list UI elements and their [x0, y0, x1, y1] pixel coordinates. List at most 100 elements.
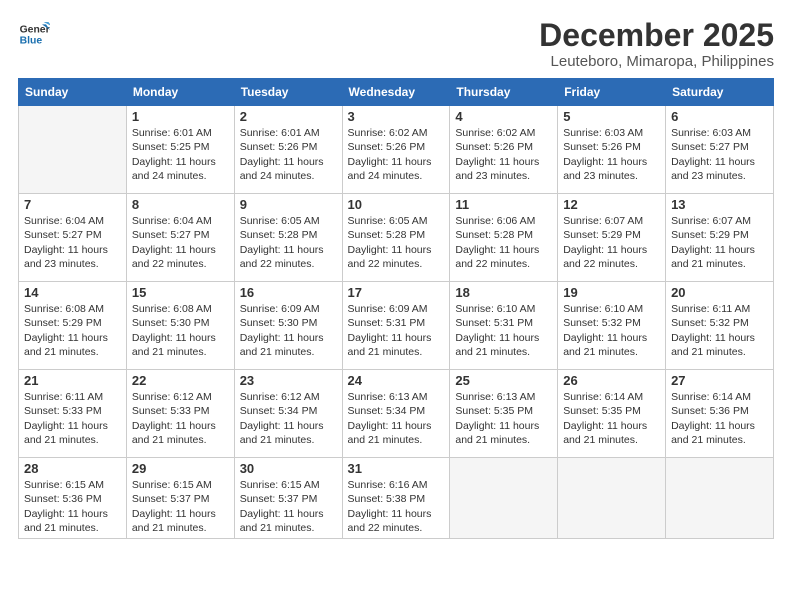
calendar-cell: 12 Sunrise: 6:07 AMSunset: 5:29 PMDayligh… — [558, 194, 666, 282]
cell-content: Sunrise: 6:04 AMSunset: 5:27 PMDaylight:… — [24, 214, 121, 271]
date-number: 14 — [24, 285, 121, 300]
cell-content: Sunrise: 6:12 AMSunset: 5:34 PMDaylight:… — [240, 390, 337, 447]
date-number: 6 — [671, 109, 768, 124]
calendar-cell: 21 Sunrise: 6:11 AMSunset: 5:33 PMDayligh… — [19, 370, 127, 458]
date-number: 30 — [240, 461, 337, 476]
day-header-saturday: Saturday — [666, 79, 774, 106]
header: General Blue December 2025 Leuteboro, Mi… — [18, 18, 774, 70]
calendar-cell: 30 Sunrise: 6:15 AMSunset: 5:37 PMDayligh… — [234, 458, 342, 539]
calendar-cell: 17 Sunrise: 6:09 AMSunset: 5:31 PMDayligh… — [342, 282, 450, 370]
date-number: 16 — [240, 285, 337, 300]
date-number: 13 — [671, 197, 768, 212]
date-number: 5 — [563, 109, 660, 124]
date-number: 2 — [240, 109, 337, 124]
cell-content: Sunrise: 6:15 AMSunset: 5:37 PMDaylight:… — [240, 478, 337, 535]
week-row-5: 28 Sunrise: 6:15 AMSunset: 5:36 PMDayligh… — [19, 458, 774, 539]
calendar-cell: 13 Sunrise: 6:07 AMSunset: 5:29 PMDayligh… — [666, 194, 774, 282]
cell-content: Sunrise: 6:16 AMSunset: 5:38 PMDaylight:… — [348, 478, 445, 535]
page: General Blue December 2025 Leuteboro, Mi… — [0, 0, 792, 612]
header-row: SundayMondayTuesdayWednesdayThursdayFrid… — [19, 79, 774, 106]
date-number: 1 — [132, 109, 229, 124]
cell-content: Sunrise: 6:05 AMSunset: 5:28 PMDaylight:… — [348, 214, 445, 271]
date-number: 8 — [132, 197, 229, 212]
cell-content: Sunrise: 6:14 AMSunset: 5:36 PMDaylight:… — [671, 390, 768, 447]
cell-content: Sunrise: 6:01 AMSunset: 5:26 PMDaylight:… — [240, 126, 337, 183]
calendar-cell: 4 Sunrise: 6:02 AMSunset: 5:26 PMDaylight… — [450, 106, 558, 194]
cell-content: Sunrise: 6:15 AMSunset: 5:37 PMDaylight:… — [132, 478, 229, 535]
cell-content: Sunrise: 6:08 AMSunset: 5:30 PMDaylight:… — [132, 302, 229, 359]
cell-content: Sunrise: 6:02 AMSunset: 5:26 PMDaylight:… — [455, 126, 552, 183]
date-number: 4 — [455, 109, 552, 124]
date-number: 25 — [455, 373, 552, 388]
calendar-table: SundayMondayTuesdayWednesdayThursdayFrid… — [18, 78, 774, 539]
cell-content: Sunrise: 6:14 AMSunset: 5:35 PMDaylight:… — [563, 390, 660, 447]
cell-content: Sunrise: 6:11 AMSunset: 5:33 PMDaylight:… — [24, 390, 121, 447]
calendar-cell: 14 Sunrise: 6:08 AMSunset: 5:29 PMDayligh… — [19, 282, 127, 370]
calendar-cell: 31 Sunrise: 6:16 AMSunset: 5:38 PMDayligh… — [342, 458, 450, 539]
day-header-wednesday: Wednesday — [342, 79, 450, 106]
date-number: 18 — [455, 285, 552, 300]
cell-content: Sunrise: 6:07 AMSunset: 5:29 PMDaylight:… — [563, 214, 660, 271]
cell-content: Sunrise: 6:07 AMSunset: 5:29 PMDaylight:… — [671, 214, 768, 271]
date-number: 19 — [563, 285, 660, 300]
calendar-cell: 25Sunrise: 6:13 AMSunset: 5:35 PMDayligh… — [450, 370, 558, 458]
calendar-cell: 26 Sunrise: 6:14 AMSunset: 5:35 PMDayligh… — [558, 370, 666, 458]
cell-content: Sunrise: 6:15 AMSunset: 5:36 PMDaylight:… — [24, 478, 121, 535]
date-number: 24 — [348, 373, 445, 388]
logo-icon: General Blue — [18, 18, 50, 50]
calendar-cell — [666, 458, 774, 539]
date-number: 15 — [132, 285, 229, 300]
calendar-cell: 29 Sunrise: 6:15 AMSunset: 5:37 PMDayligh… — [126, 458, 234, 539]
calendar-cell: 20Sunrise: 6:11 AMSunset: 5:32 PMDayligh… — [666, 282, 774, 370]
date-number: 17 — [348, 285, 445, 300]
day-header-sunday: Sunday — [19, 79, 127, 106]
calendar-cell: 16 Sunrise: 6:09 AMSunset: 5:30 PMDayligh… — [234, 282, 342, 370]
date-number: 3 — [348, 109, 445, 124]
cell-content: Sunrise: 6:12 AMSunset: 5:33 PMDaylight:… — [132, 390, 229, 447]
date-number: 27 — [671, 373, 768, 388]
date-number: 28 — [24, 461, 121, 476]
calendar-cell: 18 Sunrise: 6:10 AMSunset: 5:31 PMDayligh… — [450, 282, 558, 370]
calendar-cell: 28 Sunrise: 6:15 AMSunset: 5:36 PMDayligh… — [19, 458, 127, 539]
date-number: 11 — [455, 197, 552, 212]
calendar-cell: 8 Sunrise: 6:04 AMSunset: 5:27 PMDaylight… — [126, 194, 234, 282]
calendar-cell: 22 Sunrise: 6:12 AMSunset: 5:33 PMDayligh… — [126, 370, 234, 458]
cell-content: Sunrise: 6:11 AMSunset: 5:32 PMDaylight:… — [671, 302, 768, 359]
svg-text:Blue: Blue — [20, 36, 43, 47]
date-number: 7 — [24, 197, 121, 212]
calendar-cell: 11Sunrise: 6:06 AMSunset: 5:28 PMDayligh… — [450, 194, 558, 282]
day-header-friday: Friday — [558, 79, 666, 106]
calendar-cell: 2 Sunrise: 6:01 AMSunset: 5:26 PMDaylight… — [234, 106, 342, 194]
calendar-cell — [450, 458, 558, 539]
date-number: 31 — [348, 461, 445, 476]
date-number: 23 — [240, 373, 337, 388]
calendar-cell: 7 Sunrise: 6:04 AMSunset: 5:27 PMDaylight… — [19, 194, 127, 282]
week-row-2: 7 Sunrise: 6:04 AMSunset: 5:27 PMDaylight… — [19, 194, 774, 282]
calendar-cell: 10Sunrise: 6:05 AMSunset: 5:28 PMDayligh… — [342, 194, 450, 282]
cell-content: Sunrise: 6:13 AMSunset: 5:34 PMDaylight:… — [348, 390, 445, 447]
calendar-cell: 3Sunrise: 6:02 AMSunset: 5:26 PMDaylight… — [342, 106, 450, 194]
date-number: 22 — [132, 373, 229, 388]
date-number: 29 — [132, 461, 229, 476]
cell-content: Sunrise: 6:08 AMSunset: 5:29 PMDaylight:… — [24, 302, 121, 359]
cell-content: Sunrise: 6:09 AMSunset: 5:30 PMDaylight:… — [240, 302, 337, 359]
date-number: 12 — [563, 197, 660, 212]
date-number: 9 — [240, 197, 337, 212]
date-number: 21 — [24, 373, 121, 388]
calendar-cell: 19Sunrise: 6:10 AMSunset: 5:32 PMDayligh… — [558, 282, 666, 370]
day-header-tuesday: Tuesday — [234, 79, 342, 106]
day-header-thursday: Thursday — [450, 79, 558, 106]
week-row-3: 14 Sunrise: 6:08 AMSunset: 5:29 PMDayligh… — [19, 282, 774, 370]
calendar-cell — [19, 106, 127, 194]
logo: General Blue — [18, 18, 50, 50]
date-number: 26 — [563, 373, 660, 388]
calendar-cell — [558, 458, 666, 539]
calendar-cell: 5 Sunrise: 6:03 AMSunset: 5:26 PMDaylight… — [558, 106, 666, 194]
cell-content: Sunrise: 6:03 AMSunset: 5:26 PMDaylight:… — [563, 126, 660, 183]
calendar-cell: 1Sunrise: 6:01 AMSunset: 5:25 PMDaylight… — [126, 106, 234, 194]
cell-content: Sunrise: 6:10 AMSunset: 5:31 PMDaylight:… — [455, 302, 552, 359]
cell-content: Sunrise: 6:03 AMSunset: 5:27 PMDaylight:… — [671, 126, 768, 183]
cell-content: Sunrise: 6:09 AMSunset: 5:31 PMDaylight:… — [348, 302, 445, 359]
calendar-cell: 27 Sunrise: 6:14 AMSunset: 5:36 PMDayligh… — [666, 370, 774, 458]
cell-content: Sunrise: 6:04 AMSunset: 5:27 PMDaylight:… — [132, 214, 229, 271]
